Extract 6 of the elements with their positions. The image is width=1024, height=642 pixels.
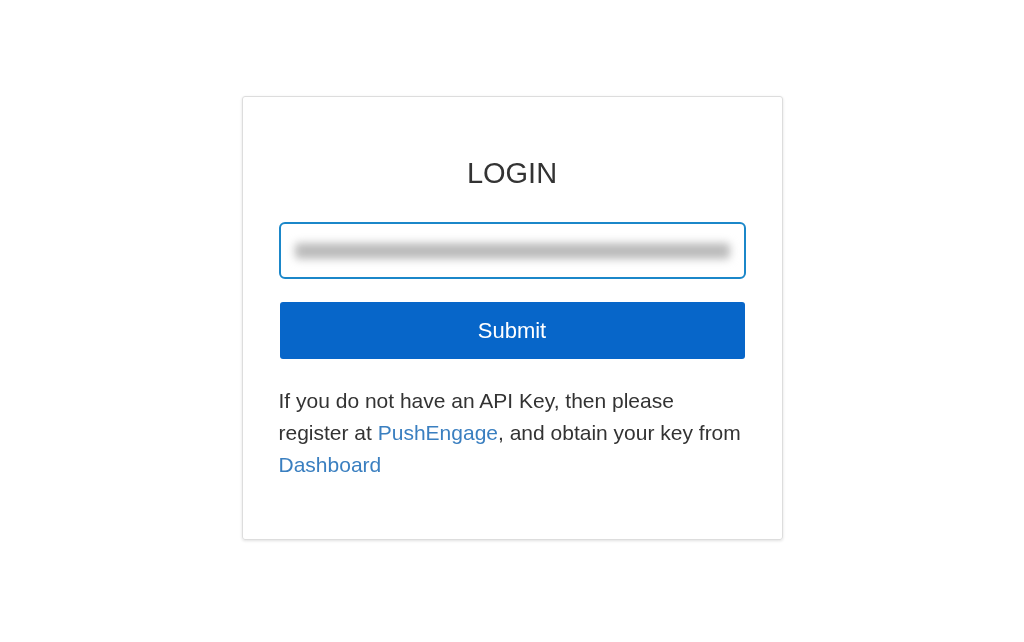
submit-button[interactable]: Submit (279, 302, 745, 359)
help-link[interactable]: PushEngage (377, 421, 498, 444)
api-key-field[interactable] (278, 222, 746, 279)
help-link[interactable]: Dashboard (278, 453, 382, 476)
help-text: If you do not have an API Key, then please register at PushEngage, and obtain your key from Dashboard (278, 388, 742, 478)
login-title: LOGIN (466, 159, 558, 188)
